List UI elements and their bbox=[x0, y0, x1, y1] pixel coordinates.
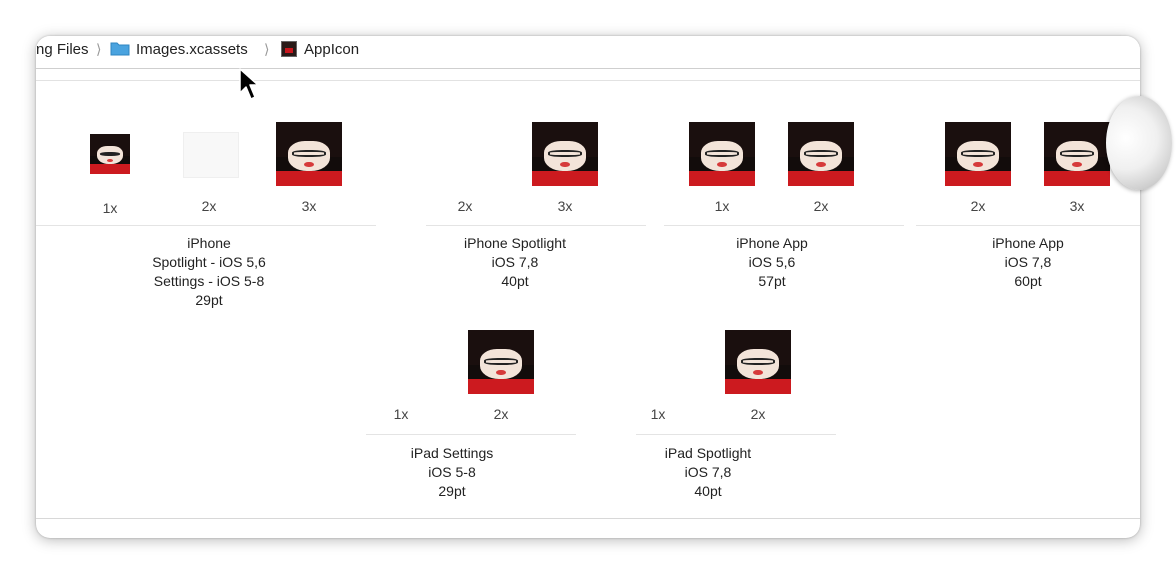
breadcrumb-item-images-xcassets[interactable]: Images.xcassets bbox=[136, 41, 248, 58]
scale-label: 3x bbox=[1069, 198, 1085, 214]
group-label-line: 57pt bbox=[758, 273, 786, 289]
group-label-line: iOS 7,8 bbox=[491, 254, 539, 270]
breadcrumb-item-appicon[interactable]: AppIcon bbox=[304, 41, 359, 58]
group-label-line: iPad Settings bbox=[410, 445, 494, 461]
asset-catalog-window: ng Files ⟩ Images.xcassets ⟩ AppIcon 1x … bbox=[36, 36, 1140, 538]
group-divider bbox=[636, 434, 836, 435]
group-label-line: iPhone Spotlight bbox=[464, 235, 566, 251]
icon-well-iphone-spotlight-3x[interactable] bbox=[532, 122, 598, 186]
group-divider bbox=[664, 225, 904, 226]
group-label-line: Settings - iOS 5-8 bbox=[153, 273, 265, 289]
group-divider bbox=[366, 434, 576, 435]
appicon-asset-icon bbox=[281, 41, 297, 57]
divider bbox=[36, 518, 1140, 519]
scale-label: 2x bbox=[201, 198, 217, 214]
group-divider bbox=[916, 225, 1140, 226]
group-divider bbox=[426, 225, 646, 226]
group-label-iphone-app-57: iPhone App iOS 5,6 57pt bbox=[662, 234, 882, 291]
icon-well-ipad-spotlight-2x[interactable] bbox=[725, 330, 791, 394]
breadcrumb-separator: ⟩ bbox=[96, 41, 102, 57]
icon-well-iphone-settings-3x[interactable] bbox=[276, 122, 342, 186]
group-label-ipad-settings: iPad Settings iOS 5-8 29pt bbox=[342, 444, 562, 501]
group-label-line: iPhone App bbox=[736, 235, 808, 251]
group-label-line: 40pt bbox=[501, 273, 529, 289]
group-label-line: iPad Spotlight bbox=[664, 445, 752, 461]
scale-label: 2x bbox=[813, 198, 829, 214]
scale-label: 1x bbox=[714, 198, 730, 214]
scale-label: 1x bbox=[393, 406, 409, 422]
icon-well-iphone-settings-1x[interactable] bbox=[90, 134, 130, 174]
group-label-line: iOS 5,6 bbox=[748, 254, 796, 270]
mouse-pointer-icon bbox=[239, 68, 259, 100]
breadcrumb-separator: ⟩ bbox=[264, 41, 270, 57]
icon-well-iphone-app-60-2x[interactable] bbox=[945, 122, 1011, 186]
breadcrumb: ng Files ⟩ Images.xcassets ⟩ AppIcon bbox=[36, 36, 1140, 69]
scale-label: 3x bbox=[301, 198, 317, 214]
scale-label: 2x bbox=[970, 198, 986, 214]
scale-label: 2x bbox=[457, 198, 473, 214]
scale-label: 2x bbox=[750, 406, 766, 422]
group-label-line: 40pt bbox=[694, 483, 722, 499]
group-label-line: 29pt bbox=[195, 292, 223, 308]
scale-label: 1x bbox=[650, 406, 666, 422]
group-label-line: iPhone bbox=[187, 235, 231, 251]
icon-well-ipad-settings-2x[interactable] bbox=[468, 330, 534, 394]
icon-well-iphone-app-57-1x[interactable] bbox=[689, 122, 755, 186]
folder-icon bbox=[110, 42, 130, 56]
breadcrumb-item-supporting-files[interactable]: ng Files bbox=[36, 41, 89, 58]
group-label-iphone-settings: iPhone Spotlight - iOS 5,6 Settings - iO… bbox=[99, 234, 319, 310]
scale-label: 1x bbox=[102, 200, 118, 216]
group-label-ipad-spotlight: iPad Spotlight iOS 7,8 40pt bbox=[598, 444, 818, 501]
icon-well-iphone-settings-2x-empty[interactable] bbox=[183, 132, 239, 178]
icon-well-iphone-app-60-3x[interactable] bbox=[1044, 122, 1110, 186]
scale-label: 3x bbox=[557, 198, 573, 214]
group-label-line: Spotlight - iOS 5,6 bbox=[152, 254, 266, 270]
group-label-line: iOS 5-8 bbox=[428, 464, 476, 480]
side-scroll-knob[interactable] bbox=[1106, 96, 1172, 190]
group-label-iphone-spotlight: iPhone Spotlight iOS 7,8 40pt bbox=[405, 234, 625, 291]
group-label-line: iPhone App bbox=[992, 235, 1064, 251]
scale-label: 2x bbox=[493, 406, 509, 422]
group-label-line: 29pt bbox=[438, 483, 466, 499]
group-label-line: iOS 7,8 bbox=[684, 464, 732, 480]
group-label-iphone-app-60: iPhone App iOS 7,8 60pt bbox=[918, 234, 1138, 291]
icon-well-iphone-app-57-2x[interactable] bbox=[788, 122, 854, 186]
group-label-line: iOS 7,8 bbox=[1004, 254, 1052, 270]
divider bbox=[36, 80, 1140, 81]
group-divider bbox=[36, 225, 376, 226]
group-label-line: 60pt bbox=[1014, 273, 1042, 289]
